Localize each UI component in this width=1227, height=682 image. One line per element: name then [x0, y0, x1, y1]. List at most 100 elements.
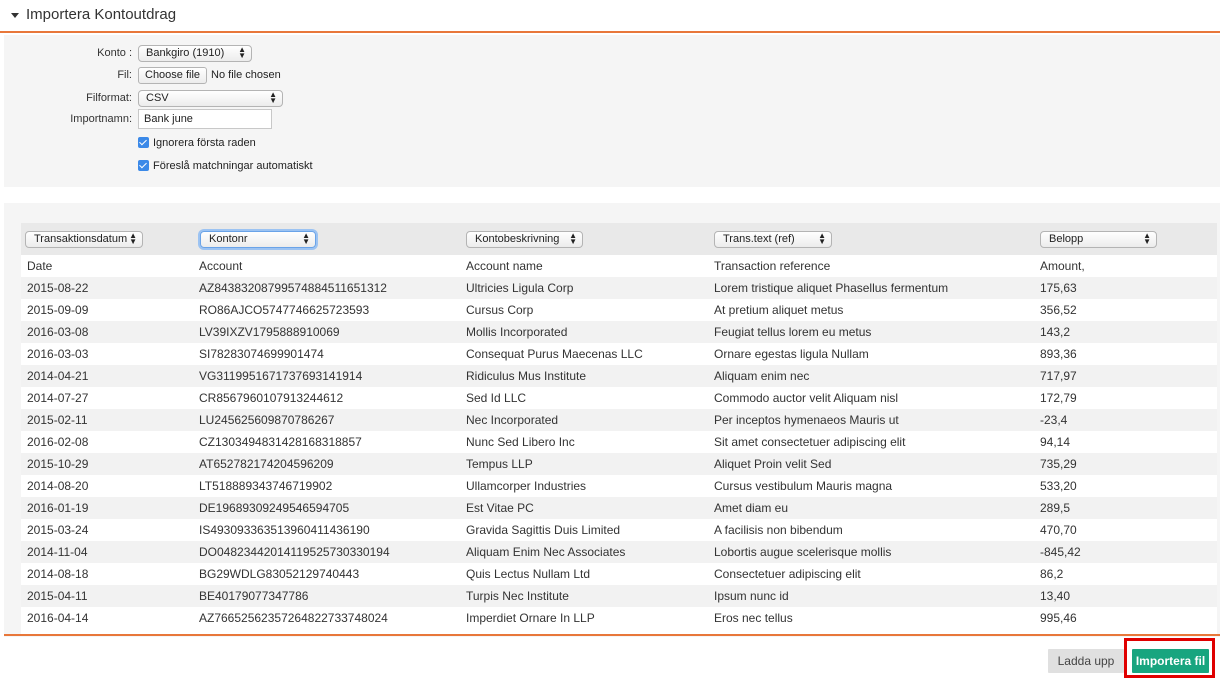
cell-date: 2014-08-18 — [27, 567, 89, 581]
cell-reference: Aliquet Proin velit Sed — [714, 457, 832, 471]
cell-account-name: Nec Incorporated — [466, 413, 559, 427]
select-arrows-icon: ▲ ▼ — [818, 231, 826, 246]
cell-reference: At pretium aliquet metus — [714, 303, 844, 317]
cell-reference: Cursus vestibulum Mauris magna — [714, 479, 893, 493]
cell-account: DE19689309249546594705 — [199, 501, 350, 515]
page-title: Importera Kontoutdrag — [26, 6, 177, 23]
cell-reference: Consectetuer adipiscing elit — [714, 567, 861, 581]
auto-match-option[interactable]: Föreslå matchningar automatiskt — [138, 158, 313, 172]
filformat-label: Filformat: — [86, 92, 132, 104]
table-row: 2014-04-21 VG3119951671737693141914 Ridicu… — [21, 365, 1217, 387]
collapse-caret-icon[interactable] — [11, 13, 19, 18]
cell-reference: Commodo auctor velit Aliquam nisl — [714, 391, 899, 405]
table-row: 2015-03-24 IS493093363513960411436190 Grav… — [21, 519, 1217, 541]
cell-amount: 735,29 — [1040, 457, 1077, 471]
filformat-value: CSV — [146, 91, 169, 104]
select-arrows-icon: ▲ ▼ — [269, 89, 277, 105]
cell-account-name: Gravida Sagittis Duis Limited — [466, 523, 621, 537]
cell-amount: 470,70 — [1040, 523, 1077, 537]
mapping-select-account-name-value: Kontobeskrivning — [475, 233, 560, 245]
cell-amount: 94,14 — [1040, 435, 1071, 449]
cell-amount: 172,79 — [1040, 391, 1077, 405]
file-status: No file chosen — [211, 68, 281, 81]
import-settings-form: Konto : Bankgiro (1910) ▲ ▼ Fil: Choose f… — [4, 35, 1220, 187]
cell-account: BG29WDLG83052129740443 — [199, 567, 360, 581]
cell-date: 2016-03-08 — [27, 325, 89, 339]
column-header-reference: Transaction reference — [714, 259, 831, 273]
cell-amount: 533,20 — [1040, 479, 1077, 493]
cell-account-name: Tempus LLP — [466, 457, 533, 471]
table-row: 2016-03-08 LV39IXZV1795888910069 Mollis In… — [21, 321, 1217, 343]
cell-account: DO04823442014119525730330194 — [199, 545, 390, 559]
cell-reference: Per inceptos hymenaeos Mauris ut — [714, 413, 899, 427]
column-header-account: Account — [199, 259, 243, 273]
mapping-select-account[interactable]: Kontonr ▲ ▼ — [200, 231, 316, 248]
panel-header[interactable]: Importera Kontoutdrag — [0, 0, 1220, 33]
cell-account: LU245625609870786267 — [199, 413, 335, 427]
cell-account: IS493093363513960411436190 — [199, 523, 370, 537]
preview-panel: Transaktionsdatum ▲ ▼ Kontonr ▲ ▼ Kontobes… — [4, 203, 1220, 637]
filformat-select[interactable]: CSV ▲ ▼ — [138, 89, 283, 107]
cell-date: 2015-09-09 — [27, 303, 89, 317]
cell-amount: 289,5 — [1040, 501, 1071, 515]
cell-amount: 13,40 — [1040, 589, 1071, 603]
file-input: Choose file No file chosen — [138, 66, 281, 84]
cell-reference: Lobortis augue scelerisque mollis — [714, 545, 892, 559]
mapping-select-account-name[interactable]: Kontobeskrivning ▲ ▼ — [466, 231, 583, 248]
cell-amount: 717,97 — [1040, 369, 1077, 383]
cell-date: 2014-04-21 — [27, 369, 89, 383]
cell-date: 2015-03-24 — [27, 523, 89, 537]
column-header-amount: Amount, — [1040, 259, 1085, 273]
mapping-select-account-value: Kontonr — [209, 233, 248, 245]
cell-reference: Feugiat tellus lorem eu metus — [714, 325, 872, 339]
cell-reference: Sit amet consectetuer adipiscing elit — [714, 435, 906, 449]
cell-reference: A facilisis non bibendum — [714, 523, 843, 537]
select-arrows-icon: ▲ ▼ — [129, 231, 137, 246]
mapping-select-amount[interactable]: Belopp ▲ ▼ — [1040, 231, 1157, 248]
auto-match-checkbox[interactable] — [138, 160, 149, 172]
cell-amount: 143,2 — [1040, 325, 1071, 339]
preview-table[interactable]: Transaktionsdatum ▲ ▼ Kontonr ▲ ▼ Kontobes… — [21, 223, 1217, 635]
cell-amount: 86,2 — [1040, 567, 1064, 581]
cell-reference: Lorem tristique aliquet Phasellus fermen… — [714, 281, 949, 295]
choose-file-button[interactable]: Choose file — [138, 66, 208, 84]
cell-account: RO86AJCO5747746625723593 — [199, 303, 370, 317]
mapping-select-date[interactable]: Transaktionsdatum ▲ ▼ — [25, 231, 143, 248]
mapping-select-reference-value: Trans.text (ref) — [723, 233, 795, 245]
cell-date: 2015-04-11 — [27, 589, 88, 603]
cell-reference: Ipsum nunc id — [714, 589, 789, 603]
table-row: 2016-03-03 SI78283074699901474 Consequat P… — [21, 343, 1217, 365]
cell-account: SI78283074699901474 — [199, 347, 324, 361]
cell-account: CZ1303494831428168318857 — [199, 435, 362, 449]
cell-account: AZ76652562357264822733748024 — [199, 611, 388, 625]
cell-account: BE40179077347786 — [199, 589, 309, 603]
table-row: 2015-04-11 BE40179077347786 Turpis Nec Ins… — [21, 585, 1217, 607]
cell-amount: 175,63 — [1040, 281, 1077, 295]
select-arrows-icon: ▲ ▼ — [302, 231, 310, 246]
konto-label: Konto : — [97, 47, 132, 59]
import-file-button[interactable]: Importera fil — [1132, 649, 1209, 673]
cell-date: 2014-11-04 — [27, 545, 88, 559]
cell-date: 2014-07-27 — [27, 391, 89, 405]
import-button-highlight: Importera fil — [1124, 638, 1215, 678]
cell-amount: -845,42 — [1040, 545, 1081, 559]
cell-account-name: Est Vitae PC — [466, 501, 534, 515]
konto-select[interactable]: Bankgiro (1910) ▲ ▼ — [138, 44, 252, 62]
upload-button[interactable]: Ladda upp — [1048, 649, 1124, 673]
cell-date: 2016-04-14 — [27, 611, 89, 625]
importnamn-input[interactable]: Bank june — [138, 109, 272, 129]
table-row: 2015-10-29 AT652782174204596209 Tempus LLP… — [21, 453, 1217, 475]
konto-value: Bankgiro (1910) — [146, 46, 225, 59]
mapping-select-reference[interactable]: Trans.text (ref) ▲ ▼ — [714, 231, 832, 248]
ignore-first-row-option[interactable]: Ignorera första raden — [138, 135, 256, 149]
cell-date: 2015-02-11 — [27, 413, 88, 427]
cell-date: 2015-08-22 — [27, 281, 89, 295]
cell-account-name: Aliquam Enim Nec Associates — [466, 545, 626, 559]
cell-date: 2016-02-08 — [27, 435, 89, 449]
auto-match-label: Föreslå matchningar automatiskt — [153, 159, 313, 172]
mapping-select-amount-value: Belopp — [1049, 233, 1084, 245]
mapping-select-date-value: Transaktionsdatum — [34, 233, 128, 245]
table-row: 2014-08-20 LT518889343746719902 Ullamcorpe… — [21, 475, 1217, 497]
ignore-first-row-checkbox[interactable] — [138, 137, 149, 149]
column-header-account-name: Account name — [466, 259, 543, 273]
